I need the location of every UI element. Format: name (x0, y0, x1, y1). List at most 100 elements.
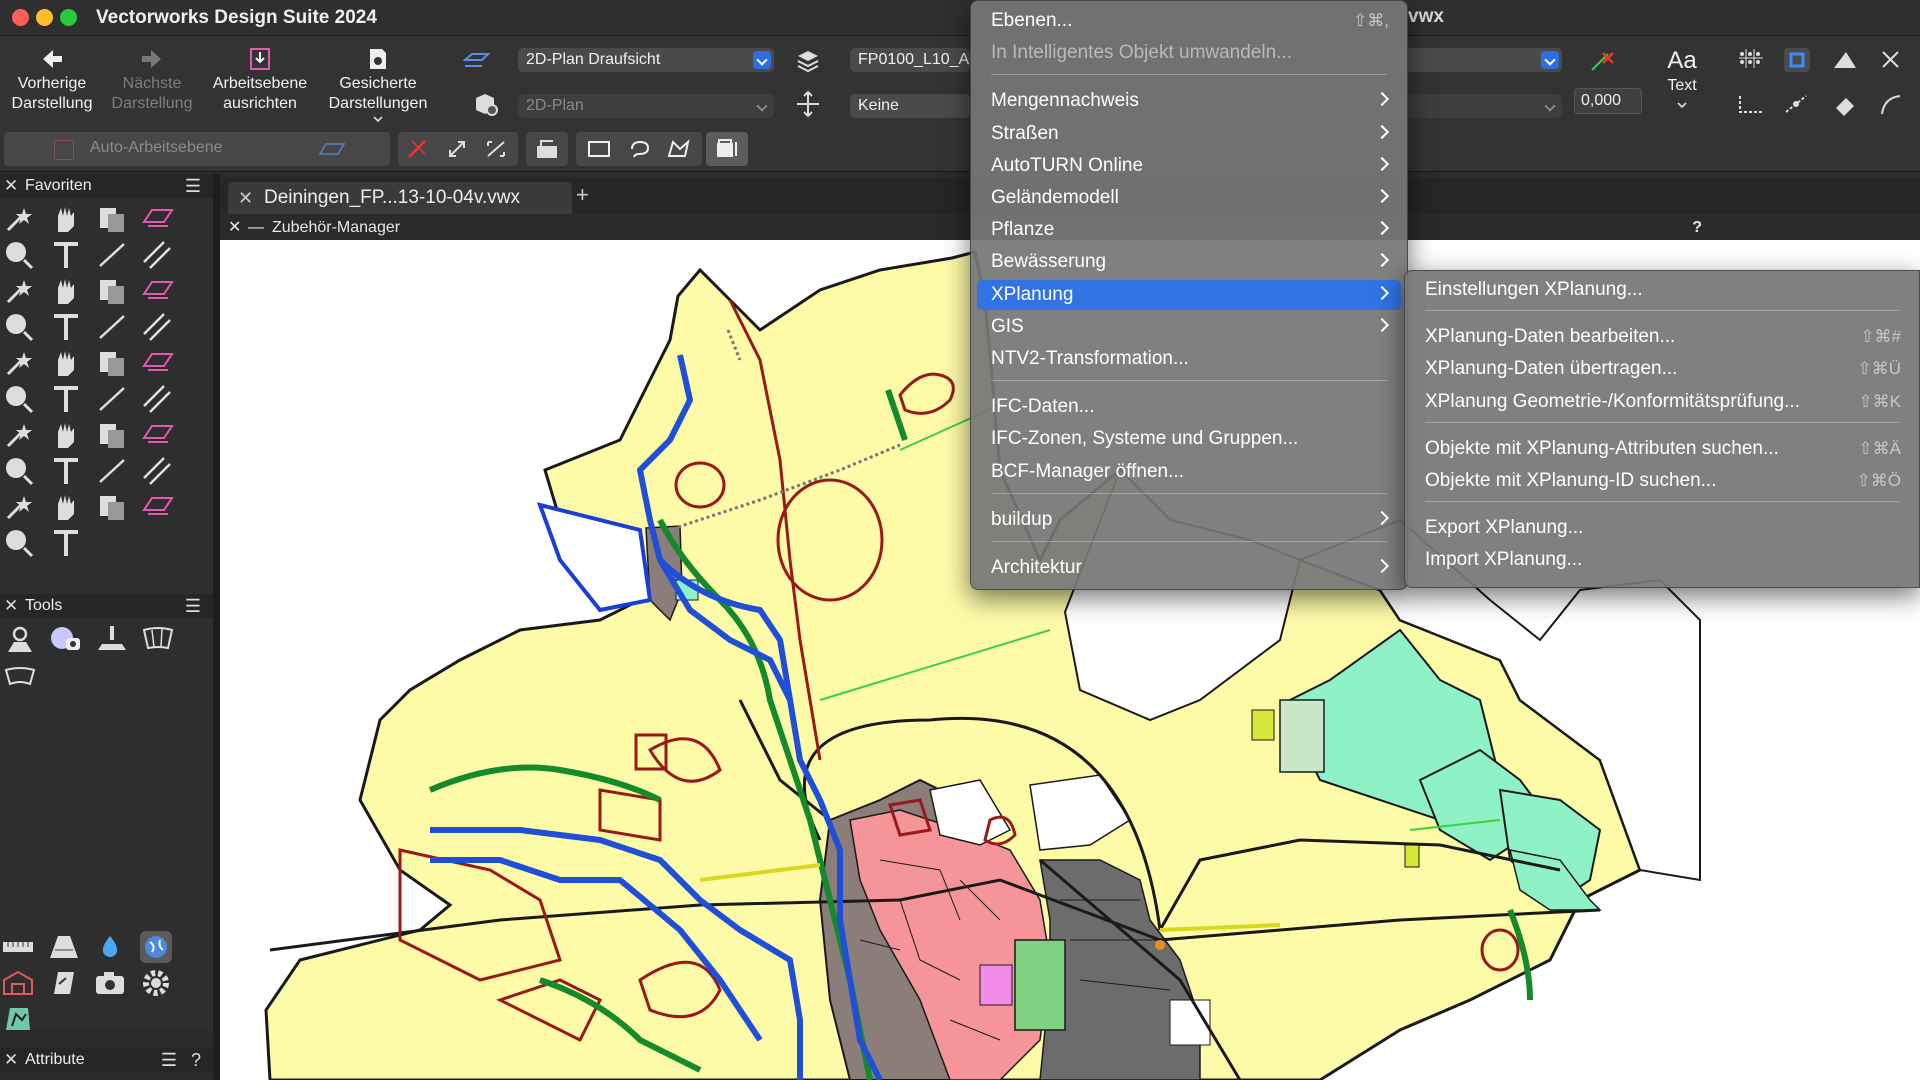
next-view-button[interactable]: Nächste Darstellung (104, 46, 200, 114)
right-dropdown-a[interactable] (1400, 48, 1562, 72)
text-tool-button[interactable]: Aa Text (1650, 46, 1714, 109)
menu-item-xplanung[interactable]: XPlanung (977, 279, 1401, 310)
menu-item-pflanze[interactable]: Pflanze (977, 215, 1401, 245)
zoom-objects-icon[interactable] (484, 138, 508, 160)
menu-item-gis[interactable]: GIS (977, 312, 1401, 342)
numeric-field[interactable]: 0,000 (1574, 88, 1642, 114)
grid-snap-icon[interactable] (1736, 46, 1766, 74)
minimize-window-button[interactable] (36, 9, 53, 26)
grade-icon[interactable] (94, 622, 130, 656)
site-model-icon[interactable] (48, 622, 84, 656)
move-icon[interactable] (94, 490, 130, 524)
polygon-icon[interactable] (2, 310, 38, 344)
dimension-icon[interactable] (94, 310, 130, 344)
zoom-icon[interactable] (2, 238, 38, 272)
lasso-select-icon[interactable] (626, 139, 652, 159)
rectangle-select-icon[interactable] (586, 139, 612, 159)
reshape-icon[interactable] (48, 418, 84, 452)
guide-line-icon[interactable] (94, 346, 130, 380)
unlock-view-button[interactable] (526, 132, 568, 166)
split-icon[interactable] (2, 418, 38, 452)
terrain-modifier-icon[interactable] (0, 1002, 36, 1036)
stitch-icon[interactable] (48, 454, 84, 488)
saved-views-button[interactable]: Gesicherte Darstellungen (322, 46, 434, 123)
close-icon[interactable]: ✕ (4, 174, 18, 198)
submenu-item-import-xplanung[interactable]: Import XPlanung... (1411, 545, 1913, 575)
menu-item-ebenen[interactable]: Ebenen... ⇧⌘, (977, 6, 1401, 36)
active-layer-dropdown[interactable]: FP0100_L10_A (850, 48, 970, 72)
document-tab[interactable]: ✕ Deiningen_FP...13-10-04v.vwx (228, 182, 572, 214)
palette-divider[interactable] (213, 174, 220, 1080)
clip-icon[interactable] (94, 454, 130, 488)
object-snap-icon[interactable] (1782, 46, 1812, 74)
submenu-item-objekte-mit-xplanung-attributen-suchen[interactable]: Objekte mit XPlanung-Attributen suchen..… (1411, 434, 1913, 464)
curved-frame-icon[interactable] (2, 660, 38, 694)
auto-work-plane-toggle[interactable]: Auto-Arbeitsebene (4, 132, 390, 166)
menu-icon[interactable]: ☰ (185, 174, 201, 198)
menu-icon[interactable]: ☰ (161, 1048, 177, 1072)
magic-wand-icon[interactable] (2, 202, 38, 236)
triangle-tool-icon[interactable] (48, 274, 84, 308)
globe-icon[interactable] (138, 930, 174, 964)
ruler-icon[interactable] (0, 930, 36, 964)
mirror-icon[interactable] (140, 454, 176, 488)
stairs-icon[interactable] (140, 490, 176, 524)
rotate-object-icon[interactable] (48, 382, 84, 416)
fit-off-icon[interactable] (406, 138, 428, 160)
double-line-icon[interactable] (140, 238, 176, 272)
new-tab-icon[interactable]: + (576, 182, 589, 208)
trim-icon[interactable] (94, 418, 130, 452)
freehand-icon[interactable] (140, 310, 176, 344)
class-icon[interactable] (794, 90, 824, 118)
camera-tool-icon[interactable] (2, 526, 38, 560)
menu-item-buildup[interactable]: buildup (977, 505, 1401, 535)
landscape-area-icon[interactable] (46, 966, 82, 1000)
zoom-fit-icon[interactable] (446, 138, 468, 160)
tangent-snap-icon[interactable] (1782, 90, 1812, 118)
connect-icon[interactable] (48, 490, 84, 524)
menu-icon[interactable]: ☰ (185, 594, 201, 618)
brush-icon[interactable] (140, 382, 176, 416)
distance-snap-icon[interactable] (1736, 90, 1766, 118)
text-tool-icon[interactable] (48, 238, 84, 272)
attribute-copy-icon[interactable] (94, 202, 130, 236)
help-icon[interactable]: ? (1692, 216, 1702, 240)
close-icon[interactable]: ✕ (4, 594, 18, 618)
gear-icon[interactable] (138, 966, 174, 1000)
help-icon[interactable]: ? (191, 1048, 201, 1072)
scale-icon[interactable] (94, 382, 130, 416)
arc-snap-icon[interactable] (1876, 90, 1906, 118)
menu-item-architektur[interactable]: Architektur (977, 553, 1401, 583)
angle-snap-icon[interactable] (1830, 46, 1860, 74)
menu-item-autoturn-online[interactable]: AutoTURN Online (977, 151, 1401, 181)
layer-view-icon[interactable] (462, 46, 492, 74)
submenu-item-objekte-mit-xplanung-id-suchen[interactable]: Objekte mit XPlanung-ID suchen... ⇧⌘Ö (1411, 466, 1913, 496)
menu-item-straßen[interactable]: Straßen (977, 119, 1401, 149)
previous-view-button[interactable]: Vorherige Darstellung (4, 46, 100, 114)
camera-icon[interactable] (92, 966, 128, 1000)
extrude-icon[interactable] (2, 346, 38, 380)
building-icon[interactable] (0, 966, 36, 1000)
viewport-frame-icon[interactable] (140, 622, 176, 656)
close-icon[interactable]: ✕ (238, 182, 253, 214)
pan-hand-icon[interactable] (48, 202, 84, 236)
menu-item-ifc-zonen-systeme-und-gruppen[interactable]: IFC-Zonen, Systeme und Gruppen... (977, 424, 1401, 454)
circle-tool-icon[interactable] (2, 274, 38, 308)
rectangle-tool-icon[interactable] (94, 274, 130, 308)
menu-item-bewässerung[interactable]: Bewässerung (977, 247, 1401, 277)
fillet-icon[interactable] (140, 418, 176, 452)
selection-arrow-icon[interactable] (2, 382, 38, 416)
surface-snap-icon[interactable] (1830, 90, 1860, 118)
submenu-item-xplanung-daten-bearbeiten[interactable]: XPlanung-Daten bearbeiten... ⇧⌘# (1411, 322, 1913, 352)
close-icon[interactable]: ✕ (4, 1048, 18, 1072)
layer-stack-icon[interactable] (794, 46, 824, 74)
delete-icon[interactable] (48, 346, 84, 380)
open-polygon-icon[interactable] (48, 310, 84, 344)
align-work-plane-button[interactable]: Arbeitsebene ausrichten (206, 46, 314, 114)
menu-item-mengennachweis[interactable]: Mengennachweis (977, 86, 1401, 116)
close-icon[interactable]: ✕ (228, 216, 241, 240)
eyedropper-plane-icon[interactable] (140, 202, 176, 236)
offset-icon[interactable] (2, 454, 38, 488)
polygon-select-icon[interactable] (666, 139, 692, 159)
menu-item-geländemodell[interactable]: Geländemodell (977, 183, 1401, 213)
